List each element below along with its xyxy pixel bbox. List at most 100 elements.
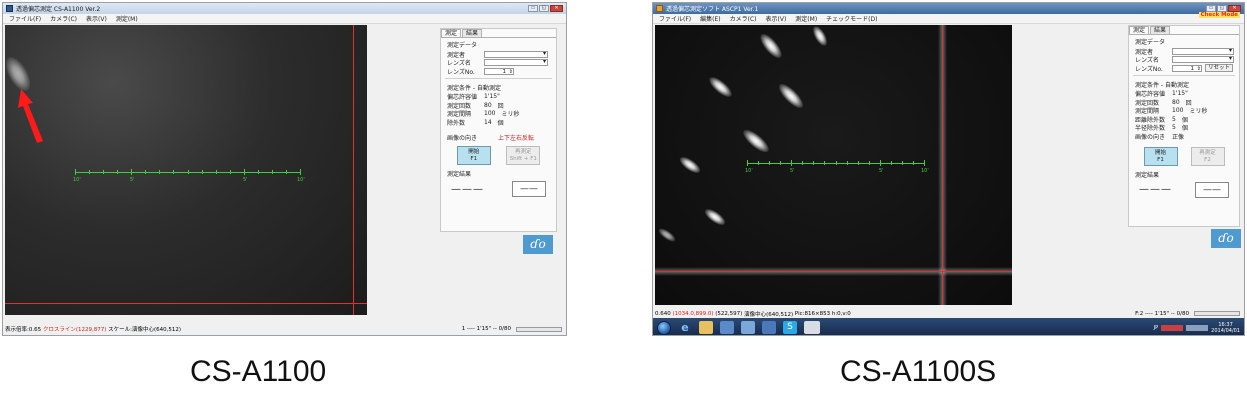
crosshair-horizontal [655, 271, 1012, 272]
tab-results[interactable]: 結果 [462, 29, 483, 37]
menu-file[interactable]: ファイル(F) [659, 14, 691, 23]
status-ratio: 0.640 [655, 310, 671, 317]
start-label: 開始 [1154, 149, 1166, 156]
progress-bar [516, 326, 562, 332]
menu-view[interactable]: 表示(V) [766, 14, 787, 23]
remeasure-label: 再測定 [514, 149, 532, 155]
result-title: 測定結果 [1135, 171, 1160, 179]
orientation-value: 正像 [1172, 133, 1185, 141]
scale-label: 5' [130, 177, 135, 183]
menu-bar: ファイル(F) カメラ(C) 表示(V) 測定(M) [3, 14, 566, 24]
window-icon[interactable] [741, 321, 755, 334]
minimize-button[interactable]: ▭ [528, 5, 538, 12]
measure-data-title: 測定データ [1135, 39, 1166, 46]
minimize-button[interactable]: ▭ [1206, 5, 1216, 12]
remeasure-key: F2 [1204, 156, 1211, 163]
status-bar: 表示倍率:0.65 クロスライン(1229,877) スケール:演像中心(640… [3, 324, 566, 334]
menu-measure[interactable]: 測定(M) [795, 14, 817, 23]
lens-name-select[interactable] [484, 58, 548, 67]
light-spot [810, 25, 830, 49]
light-spot [677, 154, 703, 176]
windows-taskbar: e S JP 16:37 2014/04/01 [653, 318, 1244, 335]
menu-measure[interactable]: 測定(M) [116, 14, 138, 23]
ie-icon[interactable]: e [678, 321, 692, 334]
operator-select[interactable] [484, 50, 548, 58]
caption-cs-a1100: CS-A1100 [190, 355, 327, 388]
result-title: 測定結果 [447, 171, 472, 178]
app-icon[interactable] [762, 321, 776, 334]
start-label: 開始 [468, 149, 480, 155]
crosshair-horizontal [5, 303, 367, 304]
remeasure-button[interactable]: 再測定 Shift + F1 [506, 146, 541, 165]
tab-measure[interactable]: 測定 [1129, 26, 1150, 34]
scale-label: 10' [921, 168, 929, 174]
scale-label: 5' [790, 168, 795, 174]
start-key: F1 [1157, 156, 1164, 163]
count-value: 80 [484, 101, 492, 109]
ime-indicator[interactable]: JP [1154, 325, 1159, 331]
status-hv: h:0,v:0 [831, 310, 851, 317]
lens-no-label: レンズNo. [1135, 65, 1163, 73]
menu-file[interactable]: ファイル(F) [9, 14, 41, 23]
orientation-value: 上下左右反転 [498, 135, 535, 143]
media-icon[interactable] [720, 321, 734, 334]
status-crossline: クロスライン(1229,877) [42, 327, 107, 333]
light-spot [756, 30, 786, 62]
maximize-button[interactable]: ◱ [1217, 5, 1227, 12]
scale-label: 10' [745, 168, 753, 174]
control-panel: 測定 結果 測定データ 測定者 レンズ名 レンズNo.1 測定条件 - 自動測定… [440, 28, 557, 232]
progress-bar [1194, 311, 1240, 316]
light-spot [706, 73, 735, 101]
menu-camera[interactable]: カメラ(C) [50, 14, 77, 23]
tab-results[interactable]: 結果 [1150, 26, 1171, 34]
lens-no-stepper[interactable]: 1 [484, 67, 514, 75]
start-button[interactable]: 開始 F1 [456, 146, 491, 165]
scale-bar: 10' 5' 5' 10' [745, 160, 929, 174]
start-orb-icon[interactable] [657, 320, 671, 335]
maximize-button[interactable]: ◱ [539, 5, 549, 12]
lens-no-stepper[interactable]: 1 [1172, 64, 1202, 72]
menu-check-mode[interactable]: チェックモード(D) [826, 14, 877, 23]
result-box: —— [512, 181, 546, 197]
ime-toolbar-icon[interactable] [1161, 324, 1184, 331]
tab-measure[interactable]: 測定 [441, 29, 462, 37]
tray-icons[interactable] [1186, 324, 1209, 331]
red-arrow-annotation [18, 89, 43, 143]
scale-label: 5' [243, 177, 248, 183]
lens-name-select[interactable] [1172, 55, 1234, 64]
camera-view[interactable]: 10' 5' 5' 10' [655, 25, 1012, 305]
system-tray: JP 16:37 2014/04/01 [1154, 322, 1244, 334]
result-box: —— [1195, 181, 1229, 198]
close-button[interactable]: ✕ [550, 5, 563, 12]
reset-button[interactable]: リセット [1205, 64, 1234, 73]
start-button[interactable]: 開始 F1 [1143, 146, 1178, 166]
menu-camera[interactable]: カメラ(C) [730, 14, 757, 23]
scale-label: 5' [879, 168, 884, 174]
menu-edit[interactable]: 編集(E) [700, 14, 720, 23]
company-logo: ɗo [1211, 229, 1241, 248]
light-spot [702, 206, 728, 228]
folder-icon[interactable] [699, 321, 713, 334]
skype-icon[interactable]: S [783, 321, 797, 334]
interval-value: 100 [1172, 107, 1184, 115]
interval-unit: ミリ秒 [1189, 108, 1208, 116]
active-app-icon[interactable] [804, 321, 820, 334]
operator-select[interactable] [1172, 47, 1234, 55]
status-display-ratio: 表示倍率:0.65 [5, 327, 42, 333]
radius-exclusion-value: 5 [1172, 124, 1176, 132]
interval-value: 100 [484, 110, 496, 118]
result-dashes: ——— [451, 183, 484, 195]
cs-a1100s-screenshot: 透過偏芯測定ソフト ASCP1 Ver.1 ▭ ◱ ✕ Check Mode フ… [652, 2, 1245, 336]
caption-cs-a1100s: CS-A1100S [840, 355, 997, 388]
close-button[interactable]: ✕ [1228, 5, 1241, 12]
clock[interactable]: 16:37 2014/04/01 [1211, 322, 1240, 334]
interval-unit: ミリ秒 [501, 111, 520, 119]
menu-view[interactable]: 表示(V) [86, 14, 107, 23]
remeasure-button[interactable]: 再測定 F2 [1190, 146, 1225, 166]
count-value: 80 [1172, 98, 1180, 106]
orientation-label: 画像の向き [1135, 133, 1166, 141]
window-title: 透過偏芯測定 CS-A1100 Ver.2 [16, 6, 101, 13]
light-spot [775, 80, 807, 112]
camera-view[interactable]: 10' 5' 5' 10' [5, 25, 367, 315]
exclusion-value: 14 [484, 118, 492, 126]
